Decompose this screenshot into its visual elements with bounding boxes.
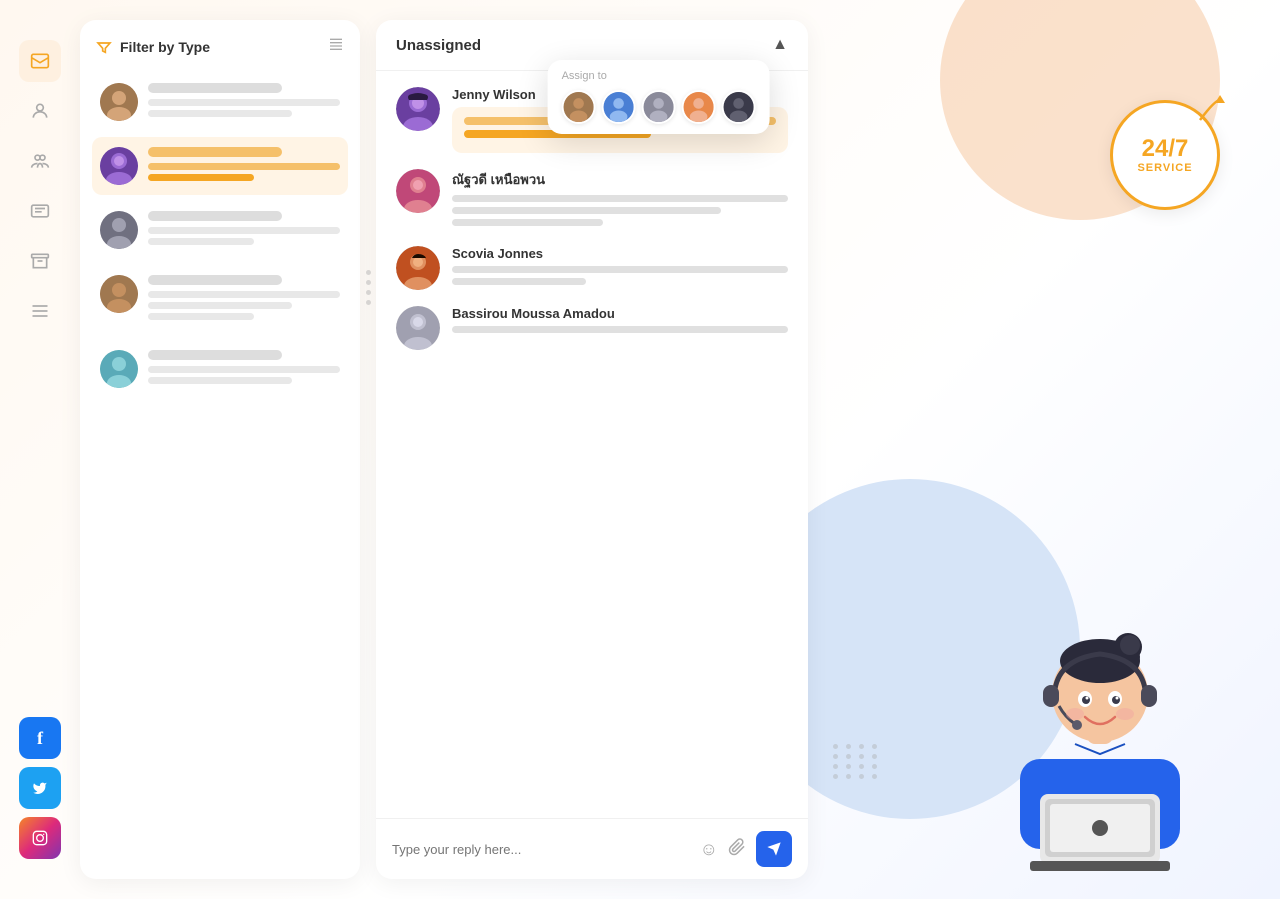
- chat-input[interactable]: [392, 842, 690, 857]
- conv-info-2: [148, 147, 340, 185]
- unassigned-badge: Unassigned: [396, 37, 481, 54]
- conv-item-1[interactable]: [92, 73, 348, 131]
- assign-agent-3[interactable]: [642, 90, 676, 124]
- conv-avatar-5: [100, 350, 138, 388]
- sidebar: f: [0, 20, 80, 879]
- conv-info-4: [148, 275, 340, 324]
- msg-name-nathwadee: ณัฐวดี เหนือพวน: [452, 169, 788, 190]
- sidebar-item-inbox[interactable]: [19, 40, 61, 82]
- msg-avatar-scovia: [396, 246, 440, 290]
- msg-bassirou: Bassirou Moussa Amadou: [396, 306, 788, 350]
- msg-scovia: Scovia Jonnes: [396, 246, 788, 290]
- msg-content-bassirou: Bassirou Moussa Amadou: [452, 306, 788, 338]
- assign-avatars-list: [562, 90, 756, 124]
- conv-item-2[interactable]: [92, 137, 348, 195]
- service-badge: 24/7 SERVICE: [1110, 100, 1220, 210]
- msg-avatar-bassirou: [396, 306, 440, 350]
- chat-messages: Jenny Wilson: [376, 71, 808, 818]
- msg-avatar-nathwadee: [396, 169, 440, 213]
- instagram-btn[interactable]: [19, 817, 61, 859]
- msg-name-bassirou: Bassirou Moussa Amadou: [452, 306, 788, 321]
- assign-agent-1[interactable]: [562, 90, 596, 124]
- assign-agent-2[interactable]: [602, 90, 636, 124]
- conv-panel-header: Filter by Type: [92, 36, 348, 57]
- sidebar-item-notes[interactable]: [19, 290, 61, 332]
- msg-content-scovia: Scovia Jonnes: [452, 246, 788, 289]
- illustration-area: 24/7 SERVICE: [808, 20, 1280, 879]
- send-button[interactable]: [756, 831, 792, 867]
- msg-lines-bassirou: [452, 326, 788, 333]
- service-badge-label: SERVICE: [1137, 162, 1192, 174]
- emoji-icon[interactable]: ☺: [700, 839, 718, 860]
- assign-agent-5[interactable]: [722, 90, 756, 124]
- conv-info-1: [148, 83, 340, 121]
- assign-label: Assign to: [562, 70, 756, 82]
- chat-input-area: ☺: [376, 818, 808, 879]
- facebook-btn[interactable]: f: [19, 717, 61, 759]
- conv-item-4[interactable]: [92, 265, 348, 334]
- msg-name-scovia: Scovia Jonnes: [452, 246, 788, 261]
- list-view-icon[interactable]: [328, 36, 344, 57]
- msg-avatar-jenny: [396, 87, 440, 131]
- sidebar-item-contacts[interactable]: [19, 90, 61, 132]
- sidebar-item-archive[interactable]: [19, 240, 61, 282]
- sidebar-item-teams[interactable]: [19, 140, 61, 182]
- conv-item-3[interactable]: [92, 201, 348, 259]
- twitter-btn[interactable]: [19, 767, 61, 809]
- msg-nathwadee: ณัฐวดี เหนือพวน: [396, 169, 788, 230]
- conv-avatar-1: [100, 83, 138, 121]
- conversation-panel: Filter by Type: [80, 20, 360, 879]
- msg-lines-nathwadee: [452, 195, 788, 226]
- sidebar-item-tickets[interactable]: [19, 190, 61, 232]
- assign-agent-4[interactable]: [682, 90, 716, 124]
- msg-lines-scovia: [452, 266, 788, 285]
- filter-icon: [96, 39, 112, 55]
- cs-illustration: [960, 499, 1240, 879]
- service-badge-number: 24/7: [1142, 136, 1189, 162]
- msg-content-nathwadee: ณัฐวดี เหนือพวน: [452, 169, 788, 230]
- filter-label: Filter by Type: [120, 39, 210, 55]
- conv-avatar-4: [100, 275, 138, 313]
- chat-panel: Assign to: [376, 20, 808, 879]
- conv-item-5[interactable]: [92, 340, 348, 398]
- social-links: f: [19, 717, 61, 859]
- assign-dropdown: Assign to: [548, 60, 770, 134]
- conv-header-title: Filter by Type: [96, 39, 210, 55]
- conv-info-5: [148, 350, 340, 388]
- conv-info-3: [148, 211, 340, 249]
- conv-avatar-2: [100, 147, 138, 185]
- attachment-icon[interactable]: [728, 838, 746, 861]
- chevron-up-icon[interactable]: ▲: [772, 36, 788, 54]
- conv-avatar-3: [100, 211, 138, 249]
